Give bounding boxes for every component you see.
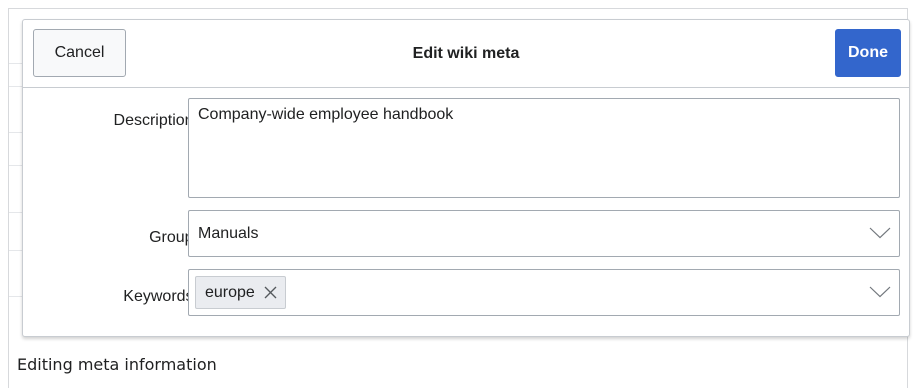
- background-divider: [9, 132, 23, 133]
- image-caption: Editing meta information: [17, 355, 217, 374]
- background-divider: [9, 165, 23, 166]
- background-divider: [9, 296, 23, 297]
- edit-meta-dialog: Cancel Edit wiki meta Done Description: …: [22, 19, 910, 337]
- close-icon[interactable]: [264, 286, 277, 299]
- cancel-button[interactable]: Cancel: [33, 29, 126, 77]
- dialog-body: Description: Company-wide employee handb…: [23, 88, 909, 336]
- keyword-tag-label: europe: [205, 283, 255, 301]
- keywords-multiselect[interactable]: europe: [188, 269, 900, 316]
- background-divider: [9, 212, 23, 213]
- description-value: Company-wide employee handbook: [198, 106, 454, 123]
- description-label: Description:: [113, 112, 198, 129]
- chevron-down-icon: [869, 227, 891, 239]
- dialog-title: Edit wiki meta: [412, 45, 520, 62]
- dialog-header: Cancel Edit wiki meta Done: [23, 20, 909, 88]
- done-button[interactable]: Done: [835, 29, 901, 77]
- background-divider: [9, 86, 23, 87]
- background-divider: [9, 250, 23, 251]
- description-textarea[interactable]: Company-wide employee handbook: [188, 98, 900, 198]
- keywords-label: Keywords:: [123, 288, 198, 305]
- group-selected-value: Manuals: [198, 224, 259, 242]
- chevron-down-icon: [869, 286, 891, 298]
- group-select[interactable]: Manuals: [188, 210, 900, 257]
- background-divider: [9, 63, 23, 64]
- keyword-tag: europe: [195, 276, 286, 309]
